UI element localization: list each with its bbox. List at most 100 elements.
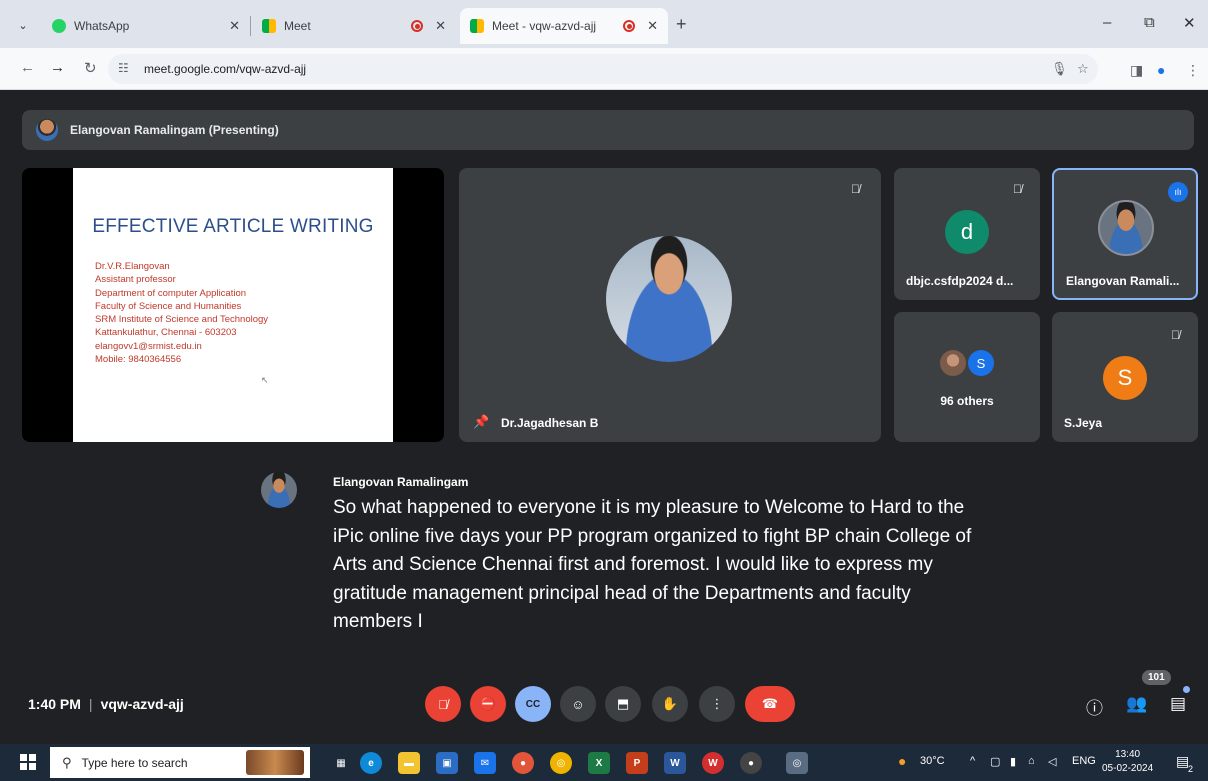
close-tab-icon[interactable]: ✕ (435, 18, 446, 34)
tab-whatsapp[interactable]: WhatsApp ✕ (42, 8, 250, 44)
microphone-toggle-button[interactable]: 🎙̸ (425, 686, 461, 722)
reactions-button[interactable]: ☺ (560, 686, 596, 722)
mic-off-icon: 🎙̸ (1013, 182, 1022, 196)
search-highlight-image (246, 750, 304, 775)
presenting-bar[interactable]: Elangovan Ramalingam (Presenting) (22, 110, 1194, 150)
presenting-label: Elangovan Ramalingam (Presenting) (70, 123, 279, 137)
wps-icon[interactable]: W (702, 752, 724, 774)
caption-text: So what happened to everyone it is my pl… (333, 497, 972, 632)
tab-label: WhatsApp (74, 19, 130, 33)
participant-photo (606, 236, 732, 362)
participant-tile-sjeya[interactable]: 🎙̸ S S.Jeya (1052, 312, 1198, 442)
taskbar-search[interactable]: ⚲ Type here to search (50, 747, 310, 778)
mic-off-icon: 🎙̸ (851, 182, 860, 196)
tab-meet-active[interactable]: Meet - vqw-azvd-ajj ✕ (460, 8, 668, 44)
site-settings-icon[interactable]: ☷ (118, 61, 129, 75)
back-icon[interactable]: ← (20, 59, 35, 76)
chat-icon[interactable]: ▤ (1170, 694, 1186, 714)
more-options-button[interactable]: ⋮ (699, 686, 735, 722)
mic-off-icon: 🎙̸ (1171, 328, 1180, 342)
language-indicator[interactable]: ENG (1072, 755, 1096, 767)
clock-date: 05-02-2024 (1102, 763, 1154, 774)
weather-icon: ● (898, 753, 907, 769)
present-button[interactable]: ⬒ (605, 686, 641, 722)
more-menu-icon[interactable]: ⋮ (1186, 62, 1200, 79)
notification-count: 2 (1188, 764, 1194, 774)
caption-speaker-name: Elangovan Ramalingam (333, 475, 469, 489)
powerpoint-icon[interactable]: P (626, 752, 648, 774)
mail-icon[interactable]: ✉ (474, 752, 496, 774)
tab-label: Meet - vqw-azvd-ajj (492, 19, 597, 33)
tray-mic-icon[interactable]: ▮ (1010, 755, 1016, 768)
minimize-button[interactable]: – (1103, 14, 1111, 31)
bookmark-star-icon[interactable]: ☆ (1077, 61, 1089, 77)
camera-toggle-button[interactable]: ⛔ (470, 686, 506, 722)
store-icon[interactable]: ▣ (436, 752, 458, 774)
reload-icon[interactable]: ↻ (84, 59, 97, 77)
excel-icon[interactable]: X (588, 752, 610, 774)
windows-taskbar: ⚲ Type here to search ▦ e ▬ ▣ ✉ ● ◎ X P … (0, 744, 1208, 781)
task-view-icon[interactable]: ▦ (330, 752, 352, 774)
slide-title: EFFECTIVE ARTICLE WRITING (92, 216, 374, 237)
raise-hand-button[interactable]: ✋ (652, 686, 688, 722)
avatar: S (1103, 356, 1147, 400)
meeting-info: 1:40 PM | vqw-azvd-ajj (28, 696, 184, 712)
slide-line: Mobile: 9840364556 (95, 354, 182, 366)
url-text[interactable]: meet.google.com/vqw-azvd-ajj (144, 62, 306, 76)
windows-start-icon[interactable] (20, 754, 36, 770)
tray-chevron-icon[interactable]: ^ (970, 755, 975, 767)
firefox-icon[interactable]: ● (512, 752, 534, 774)
weather-temp[interactable]: 30°C (920, 755, 945, 767)
volume-icon[interactable]: ◁ (1048, 755, 1056, 768)
meeting-details-icon[interactable]: ⓘ (1086, 694, 1103, 719)
close-tab-icon[interactable]: ✕ (229, 18, 240, 34)
browser-tab-strip: ⌄ WhatsApp ✕ Meet ✕ Meet - vqw-azvd-ajj … (0, 0, 1208, 48)
taskbar-clock[interactable]: 13:40 05-02-2024 (1102, 748, 1153, 776)
app-icon[interactable]: ● (740, 752, 762, 774)
avatar (940, 350, 966, 376)
people-icon[interactable]: 👥 (1126, 694, 1147, 714)
microphone-icon[interactable]: 🎙 (1051, 61, 1068, 77)
cursor-icon: ↖ (261, 375, 269, 385)
tray-app-icon[interactable]: ▢ (990, 755, 1000, 768)
meet-icon (262, 19, 276, 33)
participant-tile-speaker[interactable]: 🎙̸ 📌 Dr.Jagadhesan B (459, 168, 881, 442)
new-tab-button[interactable]: + (676, 14, 687, 35)
edge-icon[interactable]: e (360, 752, 382, 774)
address-bar-row: ← → ↻ ☷ meet.google.com/vqw-azvd-ajj 🎙 ☆… (0, 48, 1208, 90)
captions-button[interactable]: CC (515, 686, 551, 722)
slide-line: Assistant professor (95, 274, 176, 286)
forward-icon[interactable]: → (50, 59, 65, 76)
participant-photo (1098, 200, 1154, 256)
participant-tile-others[interactable]: S 96 others (894, 312, 1040, 442)
restore-button[interactable]: ⧉ (1144, 14, 1155, 31)
file-explorer-icon[interactable]: ▬ (398, 752, 420, 774)
others-count: 96 others (940, 394, 994, 408)
meeting-time: 1:40 PM (28, 696, 81, 712)
chrome-active-icon[interactable]: ◎ (786, 752, 808, 774)
avatar (36, 119, 58, 141)
close-tab-icon[interactable]: ✕ (647, 18, 658, 34)
participant-name: S.Jeya (1064, 416, 1103, 430)
slide-line: SRM Institute of Science and Technology (95, 314, 269, 326)
clock-time: 13:40 (1115, 749, 1141, 760)
meet-icon (470, 19, 484, 33)
leave-call-button[interactable]: ☎ (745, 686, 795, 722)
participant-name: dbjc.csfdp2024 d... (906, 274, 1014, 288)
slide-line: Dr.V.R.Elangovan (95, 261, 170, 272)
chrome-icon[interactable]: ◎ (550, 752, 572, 774)
network-icon[interactable]: ⌂ (1028, 755, 1035, 767)
avatar: S (968, 350, 994, 376)
omnibox[interactable]: ☷ meet.google.com/vqw-azvd-ajj 🎙 ☆ (108, 54, 1098, 84)
activity-dot (1183, 686, 1190, 693)
tab-search-chevron-icon[interactable]: ⌄ (12, 14, 34, 36)
tab-meet[interactable]: Meet ✕ (252, 8, 456, 44)
side-panel-icon[interactable]: ◨ (1130, 62, 1143, 79)
pin-icon[interactable]: 📌 (473, 414, 489, 430)
presentation-tile[interactable]: EFFECTIVE ARTICLE WRITING Dr.V.R.Elangov… (22, 168, 444, 442)
profile-icon[interactable]: ● (1157, 62, 1165, 78)
participant-tile-elangovan[interactable]: ılı Elangovan Ramali... (1052, 168, 1198, 300)
word-icon[interactable]: W (664, 752, 686, 774)
participant-tile-dbjc[interactable]: 🎙̸ d dbjc.csfdp2024 d... (894, 168, 1040, 300)
close-window-button[interactable]: ✕ (1183, 14, 1196, 32)
